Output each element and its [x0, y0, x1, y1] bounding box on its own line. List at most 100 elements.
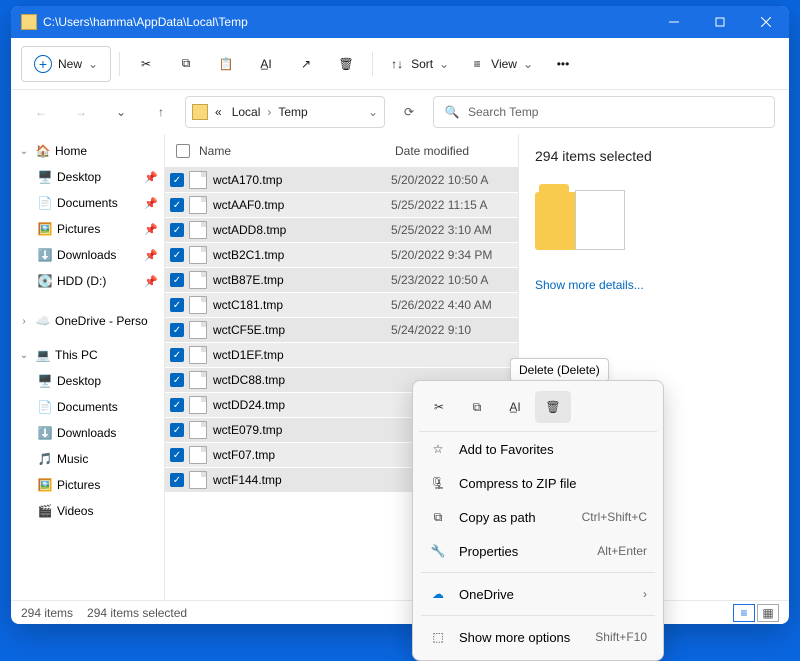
file-row[interactable]: ✓wctC181.tmp5/26/2022 4:40 AM [165, 293, 518, 318]
file-row[interactable]: ✓wctCF5E.tmp5/24/2022 9:10 [165, 318, 518, 343]
sidebar-item-documents[interactable]: 📄Documents📌 [11, 190, 164, 216]
file-row[interactable]: ✓wctADD8.tmp5/25/2022 3:10 AM [165, 218, 518, 243]
sidebar-item-pc-desktop[interactable]: 🖥️Desktop [11, 368, 164, 394]
breadcrumb-part[interactable]: Local [229, 103, 264, 121]
home-icon: 🏠 [35, 143, 51, 159]
file-icon [189, 421, 207, 439]
context-copy-path[interactable]: ⧉Copy as pathCtrl+Shift+C [419, 500, 657, 534]
file-date: 5/23/2022 10:50 A [391, 273, 518, 287]
copy-button[interactable]: ⧉ [168, 46, 204, 82]
more-button[interactable]: ••• [545, 46, 581, 82]
view-button[interactable]: ≡ View ⌄ [461, 46, 541, 82]
context-favorites[interactable]: ☆Add to Favorites [419, 432, 657, 466]
file-row[interactable]: ✓wctB87E.tmp5/23/2022 10:50 A [165, 268, 518, 293]
row-checkbox[interactable]: ✓ [165, 423, 189, 437]
row-checkbox[interactable]: ✓ [165, 298, 189, 312]
breadcrumb-part[interactable]: Temp [275, 103, 310, 121]
context-copy-button[interactable]: ⧉ [459, 391, 495, 423]
context-show-more[interactable]: ⬚Show more optionsShift+F10 [419, 620, 657, 654]
recent-button[interactable]: ⌄ [105, 96, 137, 128]
sidebar-item-downloads[interactable]: ⬇️Downloads📌 [11, 242, 164, 268]
downloads-icon: ⬇️ [37, 247, 53, 263]
minimize-button[interactable] [651, 6, 697, 38]
sidebar-item-pc-videos[interactable]: 🎬Videos [11, 498, 164, 524]
context-properties[interactable]: 🔧PropertiesAlt+Enter [419, 534, 657, 568]
chevron-down-icon[interactable]: ⌄ [368, 105, 378, 119]
titlebar[interactable]: C:\Users\hamma\AppData\Local\Temp [11, 6, 789, 38]
row-checkbox[interactable]: ✓ [165, 173, 189, 187]
sidebar-item-pc-documents[interactable]: 📄Documents [11, 394, 164, 420]
sidebar-item-home[interactable]: ⌄🏠Home [11, 138, 164, 164]
refresh-button[interactable]: ⟳ [393, 96, 425, 128]
paste-icon: 📋 [218, 56, 234, 72]
row-checkbox[interactable]: ✓ [165, 473, 189, 487]
sidebar-item-desktop[interactable]: 🖥️Desktop📌 [11, 164, 164, 190]
rename-button[interactable]: A̲I [248, 46, 284, 82]
sidebar-item-pc-downloads[interactable]: ⬇️Downloads [11, 420, 164, 446]
zip-icon: 🗜 [429, 476, 447, 490]
delete-button[interactable]: 🗑 [328, 46, 364, 82]
row-checkbox[interactable]: ✓ [165, 198, 189, 212]
chevron-down-icon: ⌄ [88, 57, 98, 71]
row-checkbox[interactable]: ✓ [165, 273, 189, 287]
sidebar-item-hdd[interactable]: 💽HDD (D:)📌 [11, 268, 164, 294]
document-icon: 📄 [37, 399, 53, 415]
cut-button[interactable]: ✂ [128, 46, 164, 82]
sort-button[interactable]: ↑↓ Sort ⌄ [381, 46, 457, 82]
back-button[interactable]: ← [25, 96, 57, 128]
icons-view-button[interactable]: ▦ [757, 604, 779, 622]
toolbar: + New ⌄ ✂ ⧉ 📋 A̲I ↗ 🗑 ↑↓ Sort ⌄ ≡ View ⌄… [11, 38, 789, 90]
file-date: 5/25/2022 11:15 A [391, 198, 518, 212]
context-cut-button[interactable]: ✂ [421, 391, 457, 423]
context-delete-button[interactable]: 🗑 [535, 391, 571, 423]
share-button[interactable]: ↗ [288, 46, 324, 82]
details-view-button[interactable]: ≡ [733, 604, 755, 622]
file-row[interactable]: ✓wctB2C1.tmp5/20/2022 9:34 PM [165, 243, 518, 268]
row-checkbox[interactable]: ✓ [165, 323, 189, 337]
sidebar-item-onedrive[interactable]: ›☁️OneDrive - Perso [11, 308, 164, 334]
pc-icon: 💻 [35, 347, 51, 363]
close-button[interactable] [743, 6, 789, 38]
context-onedrive[interactable]: ☁OneDrive› [419, 577, 657, 611]
up-button[interactable]: ↑ [145, 96, 177, 128]
row-checkbox[interactable]: ✓ [165, 448, 189, 462]
sidebar-item-thispc[interactable]: ⌄💻This PC [11, 342, 164, 368]
sidebar-item-pc-music[interactable]: 🎵Music [11, 446, 164, 472]
file-row[interactable]: ✓wctAAF0.tmp5/25/2022 11:15 A [165, 193, 518, 218]
new-button[interactable]: + New ⌄ [21, 46, 111, 82]
document-icon: 📄 [37, 195, 53, 211]
breadcrumb[interactable]: « Local › Temp ⌄ [185, 96, 385, 128]
file-row[interactable]: ✓wctD1EF.tmp [165, 343, 518, 368]
plus-icon: + [34, 55, 52, 73]
sort-icon: ↑↓ [389, 56, 405, 72]
breadcrumb-part[interactable]: « [212, 103, 225, 121]
context-rename-button[interactable]: A̲I [497, 391, 533, 423]
pin-icon: 📌 [144, 171, 158, 184]
file-row[interactable]: ✓wctA170.tmp5/20/2022 10:50 A [165, 168, 518, 193]
row-checkbox[interactable]: ✓ [165, 248, 189, 262]
row-checkbox[interactable]: ✓ [165, 398, 189, 412]
row-checkbox[interactable]: ✓ [165, 348, 189, 362]
show-more-details-link[interactable]: Show more details... [535, 278, 773, 292]
maximize-button[interactable] [697, 6, 743, 38]
chevron-down-icon: ⌄ [523, 57, 533, 71]
select-all-checkbox[interactable] [171, 144, 195, 158]
forward-button[interactable]: → [65, 96, 97, 128]
nav-row: ← → ⌄ ↑ « Local › Temp ⌄ ⟳ 🔍 Search Temp [11, 90, 789, 134]
column-name[interactable]: Name [195, 144, 395, 158]
column-date[interactable]: Date modified [395, 144, 518, 158]
sidebar-item-pc-pictures[interactable]: 🖼️Pictures [11, 472, 164, 498]
file-icon [189, 346, 207, 364]
search-box[interactable]: 🔍 Search Temp [433, 96, 775, 128]
status-selection: 294 items selected [87, 606, 187, 620]
paste-button[interactable]: 📋 [208, 46, 244, 82]
file-name: wctB2C1.tmp [213, 248, 391, 262]
row-checkbox[interactable]: ✓ [165, 373, 189, 387]
sidebar-item-pictures[interactable]: 🖼️Pictures📌 [11, 216, 164, 242]
drive-icon: 💽 [37, 273, 53, 289]
row-checkbox[interactable]: ✓ [165, 223, 189, 237]
context-compress[interactable]: 🗜Compress to ZIP file [419, 466, 657, 500]
desktop-icon: 🖥️ [37, 373, 53, 389]
videos-icon: 🎬 [37, 503, 53, 519]
share-icon: ↗ [298, 56, 314, 72]
